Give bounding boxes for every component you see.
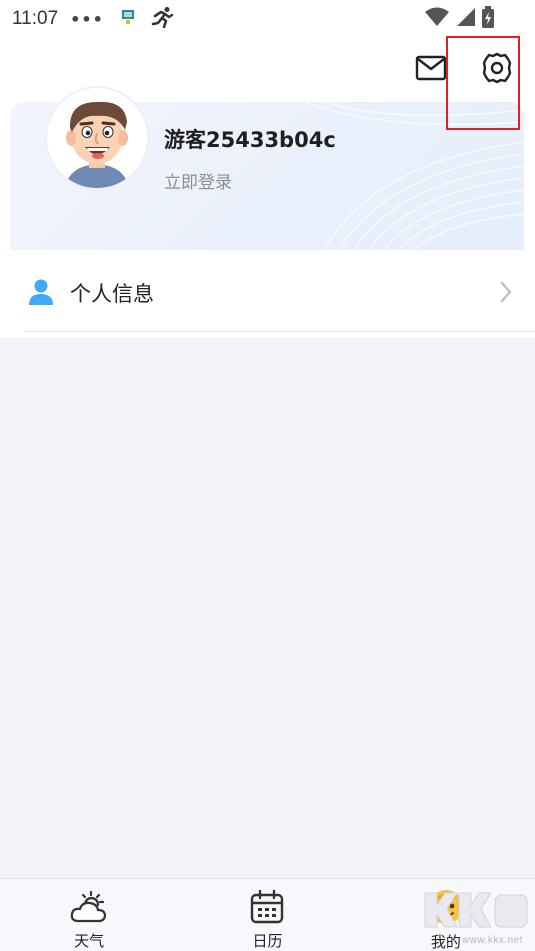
tab-mine-label: 我的	[430, 933, 461, 951]
tab-mine[interactable]: 我的	[357, 879, 535, 951]
signal-icon	[455, 7, 475, 31]
status-bar: 11:07 •••	[0, 0, 535, 38]
username: 游客25433b04c	[164, 128, 336, 152]
tab-calendar-label: 日历	[252, 932, 283, 950]
app-notification-icon	[120, 8, 136, 30]
cartoon-face-avatar	[47, 88, 147, 188]
person-icon	[28, 278, 54, 306]
tab-calendar[interactable]: 日历	[178, 879, 356, 951]
bottom-navigation: 天气 日历 我的	[0, 878, 535, 951]
message-button[interactable]	[413, 50, 449, 86]
wifi-icon	[425, 7, 449, 31]
content-area	[0, 338, 535, 878]
menu-item-personal-info[interactable]: 个人信息	[0, 250, 535, 334]
tab-weather[interactable]: 天气	[0, 879, 178, 951]
settings-highlight-frame	[446, 36, 520, 130]
cloud-sun-icon	[69, 887, 109, 926]
mail-icon	[415, 55, 447, 81]
calendar-icon	[247, 887, 287, 926]
battery-icon	[481, 6, 495, 32]
menu-item-label: 个人信息	[70, 282, 154, 306]
login-link[interactable]: 立即登录	[164, 168, 232, 193]
running-icon	[150, 6, 174, 32]
status-time: 11:07	[12, 8, 59, 29]
avatar[interactable]	[45, 86, 149, 190]
tab-weather-label: 天气	[74, 932, 105, 950]
status-overflow-dots: •••	[70, 9, 104, 29]
avatar-face-icon	[426, 887, 466, 927]
divider	[24, 331, 535, 332]
chevron-right-icon	[499, 280, 513, 304]
